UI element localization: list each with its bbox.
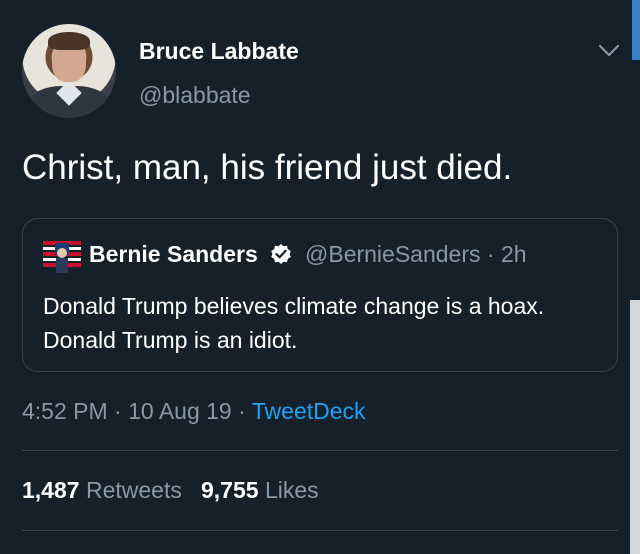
quoted-time-ago[interactable]: 2h xyxy=(501,241,527,267)
quoted-tweet-text: Donald Trump believes climate change is … xyxy=(43,293,545,353)
tweet-source-link[interactable]: TweetDeck xyxy=(252,398,366,424)
quoted-display-name[interactable]: Bernie Sanders xyxy=(89,241,258,268)
quoted-handle[interactable]: @BernieSanders xyxy=(305,241,481,267)
divider xyxy=(22,530,618,531)
tweet-stats: 1,487 Retweets 9,755 Likes xyxy=(22,477,319,504)
author-handle[interactable]: @blabbate xyxy=(139,82,251,109)
separator-dot: · xyxy=(114,398,122,424)
separator-dot: · xyxy=(238,398,246,424)
scrollbar-track[interactable] xyxy=(630,300,640,554)
avatar-hair xyxy=(48,32,90,50)
quoted-avatar-icon[interactable] xyxy=(43,239,81,273)
separator-dot: · xyxy=(486,241,495,267)
tweet-text: Christ, man, his friend just died. xyxy=(22,148,513,187)
top-bar xyxy=(0,0,640,10)
quoted-tweet-card[interactable]: Bernie Sanders @BernieSanders · 2h Donal… xyxy=(22,218,618,372)
tweet-date[interactable]: 10 Aug 19 xyxy=(128,398,232,424)
tweet-time[interactable]: 4:52 PM xyxy=(22,398,108,424)
likes-label: Likes xyxy=(264,477,319,503)
chevron-down-icon[interactable] xyxy=(597,42,621,60)
retweets-count: 1,487 xyxy=(22,477,80,503)
verified-badge-icon xyxy=(271,244,291,264)
retweets-stat[interactable]: 1,487 Retweets xyxy=(22,477,182,503)
likes-stat[interactable]: 9,755 Likes xyxy=(201,477,319,503)
tweet-header: Bruce Labbate @blabbate xyxy=(22,24,622,124)
quoted-handle-line[interactable]: @BernieSanders · 2h xyxy=(305,241,527,268)
tweet-meta: 4:52 PM · 10 Aug 19 · TweetDeck xyxy=(22,398,366,425)
scrollbar-top[interactable] xyxy=(632,0,640,60)
divider xyxy=(22,450,618,451)
likes-count: 9,755 xyxy=(201,477,259,503)
person-avatar-icon[interactable] xyxy=(22,24,116,118)
author-display-name[interactable]: Bruce Labbate xyxy=(139,38,299,65)
retweets-label: Retweets xyxy=(85,477,182,503)
